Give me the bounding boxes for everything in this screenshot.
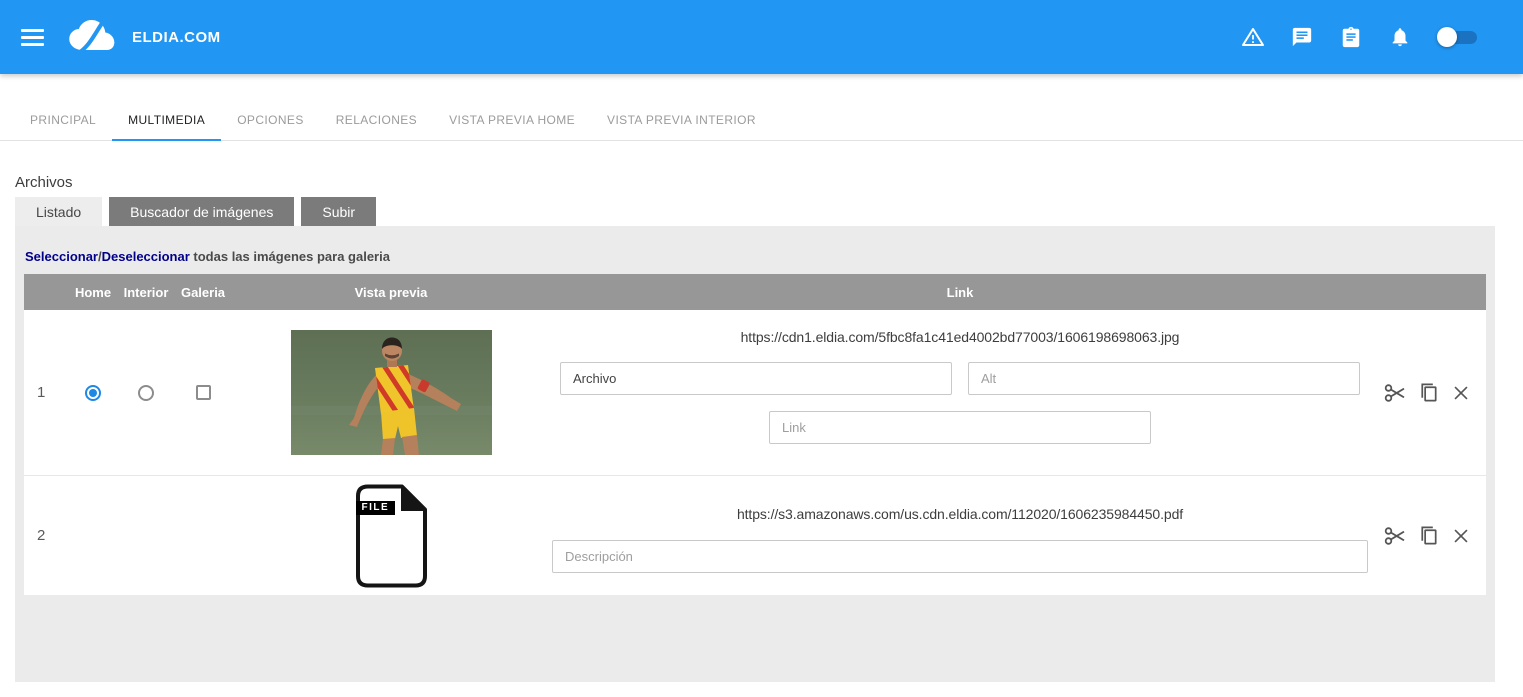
file-url: https://cdn1.eldia.com/5fbc8fa1c41ed4002… <box>550 329 1370 345</box>
appbar-actions <box>1241 25 1477 49</box>
generic-file-icon: FILE <box>355 484 428 588</box>
chat-icon[interactable] <box>1290 25 1314 49</box>
row-actions <box>1370 310 1486 475</box>
tab-opciones[interactable]: OPCIONES <box>221 100 320 141</box>
cloud-logo-icon <box>66 17 118 57</box>
files-table: Home Interior Galeria Vista previa Link … <box>24 274 1486 595</box>
row-actions <box>1370 476 1486 595</box>
inputs-row <box>550 362 1370 395</box>
cut-icon[interactable] <box>1383 524 1407 548</box>
football-player-photo <box>291 330 492 455</box>
warning-icon[interactable] <box>1241 25 1265 49</box>
brand-title: ELDIA.COM <box>132 29 221 46</box>
table-row: 2 FILE https://s3.amazonaws.com/us.cdn.e… <box>24 475 1486 595</box>
cut-icon[interactable] <box>1383 381 1407 405</box>
file-url: https://s3.amazonaws.com/us.cdn.eldia.co… <box>550 506 1370 522</box>
link-cell: https://cdn1.eldia.com/5fbc8fa1c41ed4002… <box>550 310 1370 475</box>
descripcion-input[interactable] <box>552 540 1368 573</box>
column-galeria: Galeria <box>174 285 232 300</box>
deselect-all-link[interactable]: Deseleccionar <box>102 249 190 264</box>
files-table-body: 1 <box>24 310 1486 595</box>
alt-input[interactable] <box>968 362 1360 395</box>
gallery-select-line: Seleccionar/Deseleccionar todas las imág… <box>25 249 1486 264</box>
interior-radio-cell <box>118 310 174 475</box>
galeria-checkbox[interactable] <box>196 385 211 400</box>
close-icon[interactable] <box>1449 381 1473 405</box>
tab-vista-previa-interior[interactable]: VISTA PREVIA INTERIOR <box>591 100 772 141</box>
subtab-subir[interactable]: Subir <box>301 197 376 226</box>
table-row: 1 <box>24 310 1486 475</box>
copy-icon[interactable] <box>1416 381 1440 405</box>
tab-multimedia[interactable]: MULTIMEDIA <box>112 100 221 141</box>
interior-radio-cell <box>118 476 174 595</box>
link-input[interactable] <box>769 411 1151 444</box>
files-table-header: Home Interior Galeria Vista previa Link <box>24 274 1486 310</box>
column-interior: Interior <box>118 285 174 300</box>
interior-radio[interactable] <box>138 385 154 401</box>
column-link: Link <box>550 285 1370 300</box>
toggle-thumb <box>1437 27 1457 47</box>
galeria-checkbox-cell <box>174 476 232 595</box>
description-wrap <box>550 540 1370 573</box>
link-input-wrap <box>550 411 1370 444</box>
home-radio[interactable] <box>85 385 101 401</box>
app-header: ELDIA.COM <box>0 0 1523 74</box>
tab-relaciones[interactable]: RELACIONES <box>320 100 433 141</box>
menu-icon[interactable] <box>10 15 54 59</box>
select-line-rest: todas las imágenes para galeria <box>190 249 390 264</box>
archivo-input[interactable] <box>560 362 952 395</box>
preview-cell: FILE <box>232 476 550 595</box>
files-subtabs: Listado Buscador de imágenes Subir <box>15 197 1523 226</box>
theme-toggle[interactable] <box>1437 27 1477 47</box>
column-home: Home <box>68 285 118 300</box>
preview-cell <box>232 310 550 475</box>
files-section-title: Archivos <box>15 174 1523 191</box>
select-all-link[interactable]: Seleccionar <box>25 249 98 264</box>
home-radio-cell <box>68 310 118 475</box>
row-index: 2 <box>24 476 68 595</box>
copy-icon[interactable] <box>1416 524 1440 548</box>
files-panel: Seleccionar/Deseleccionar todas las imág… <box>15 226 1495 682</box>
tab-vista-previa-home[interactable]: VISTA PREVIA HOME <box>433 100 591 141</box>
bell-icon[interactable] <box>1388 25 1412 49</box>
galeria-checkbox-cell <box>174 310 232 475</box>
tab-principal[interactable]: PRINCIPAL <box>14 100 112 141</box>
link-cell: https://s3.amazonaws.com/us.cdn.eldia.co… <box>550 476 1370 595</box>
subtab-listado[interactable]: Listado <box>15 197 102 226</box>
file-icon-label: FILE <box>356 501 396 515</box>
subtab-buscador[interactable]: Buscador de imágenes <box>109 197 294 226</box>
row-index: 1 <box>24 310 68 475</box>
home-radio-cell <box>68 476 118 595</box>
column-vista-previa: Vista previa <box>232 285 550 300</box>
clipboard-icon[interactable] <box>1339 25 1363 49</box>
close-icon[interactable] <box>1449 524 1473 548</box>
tab-bar: PRINCIPAL MULTIMEDIA OPCIONES RELACIONES… <box>0 100 1523 141</box>
